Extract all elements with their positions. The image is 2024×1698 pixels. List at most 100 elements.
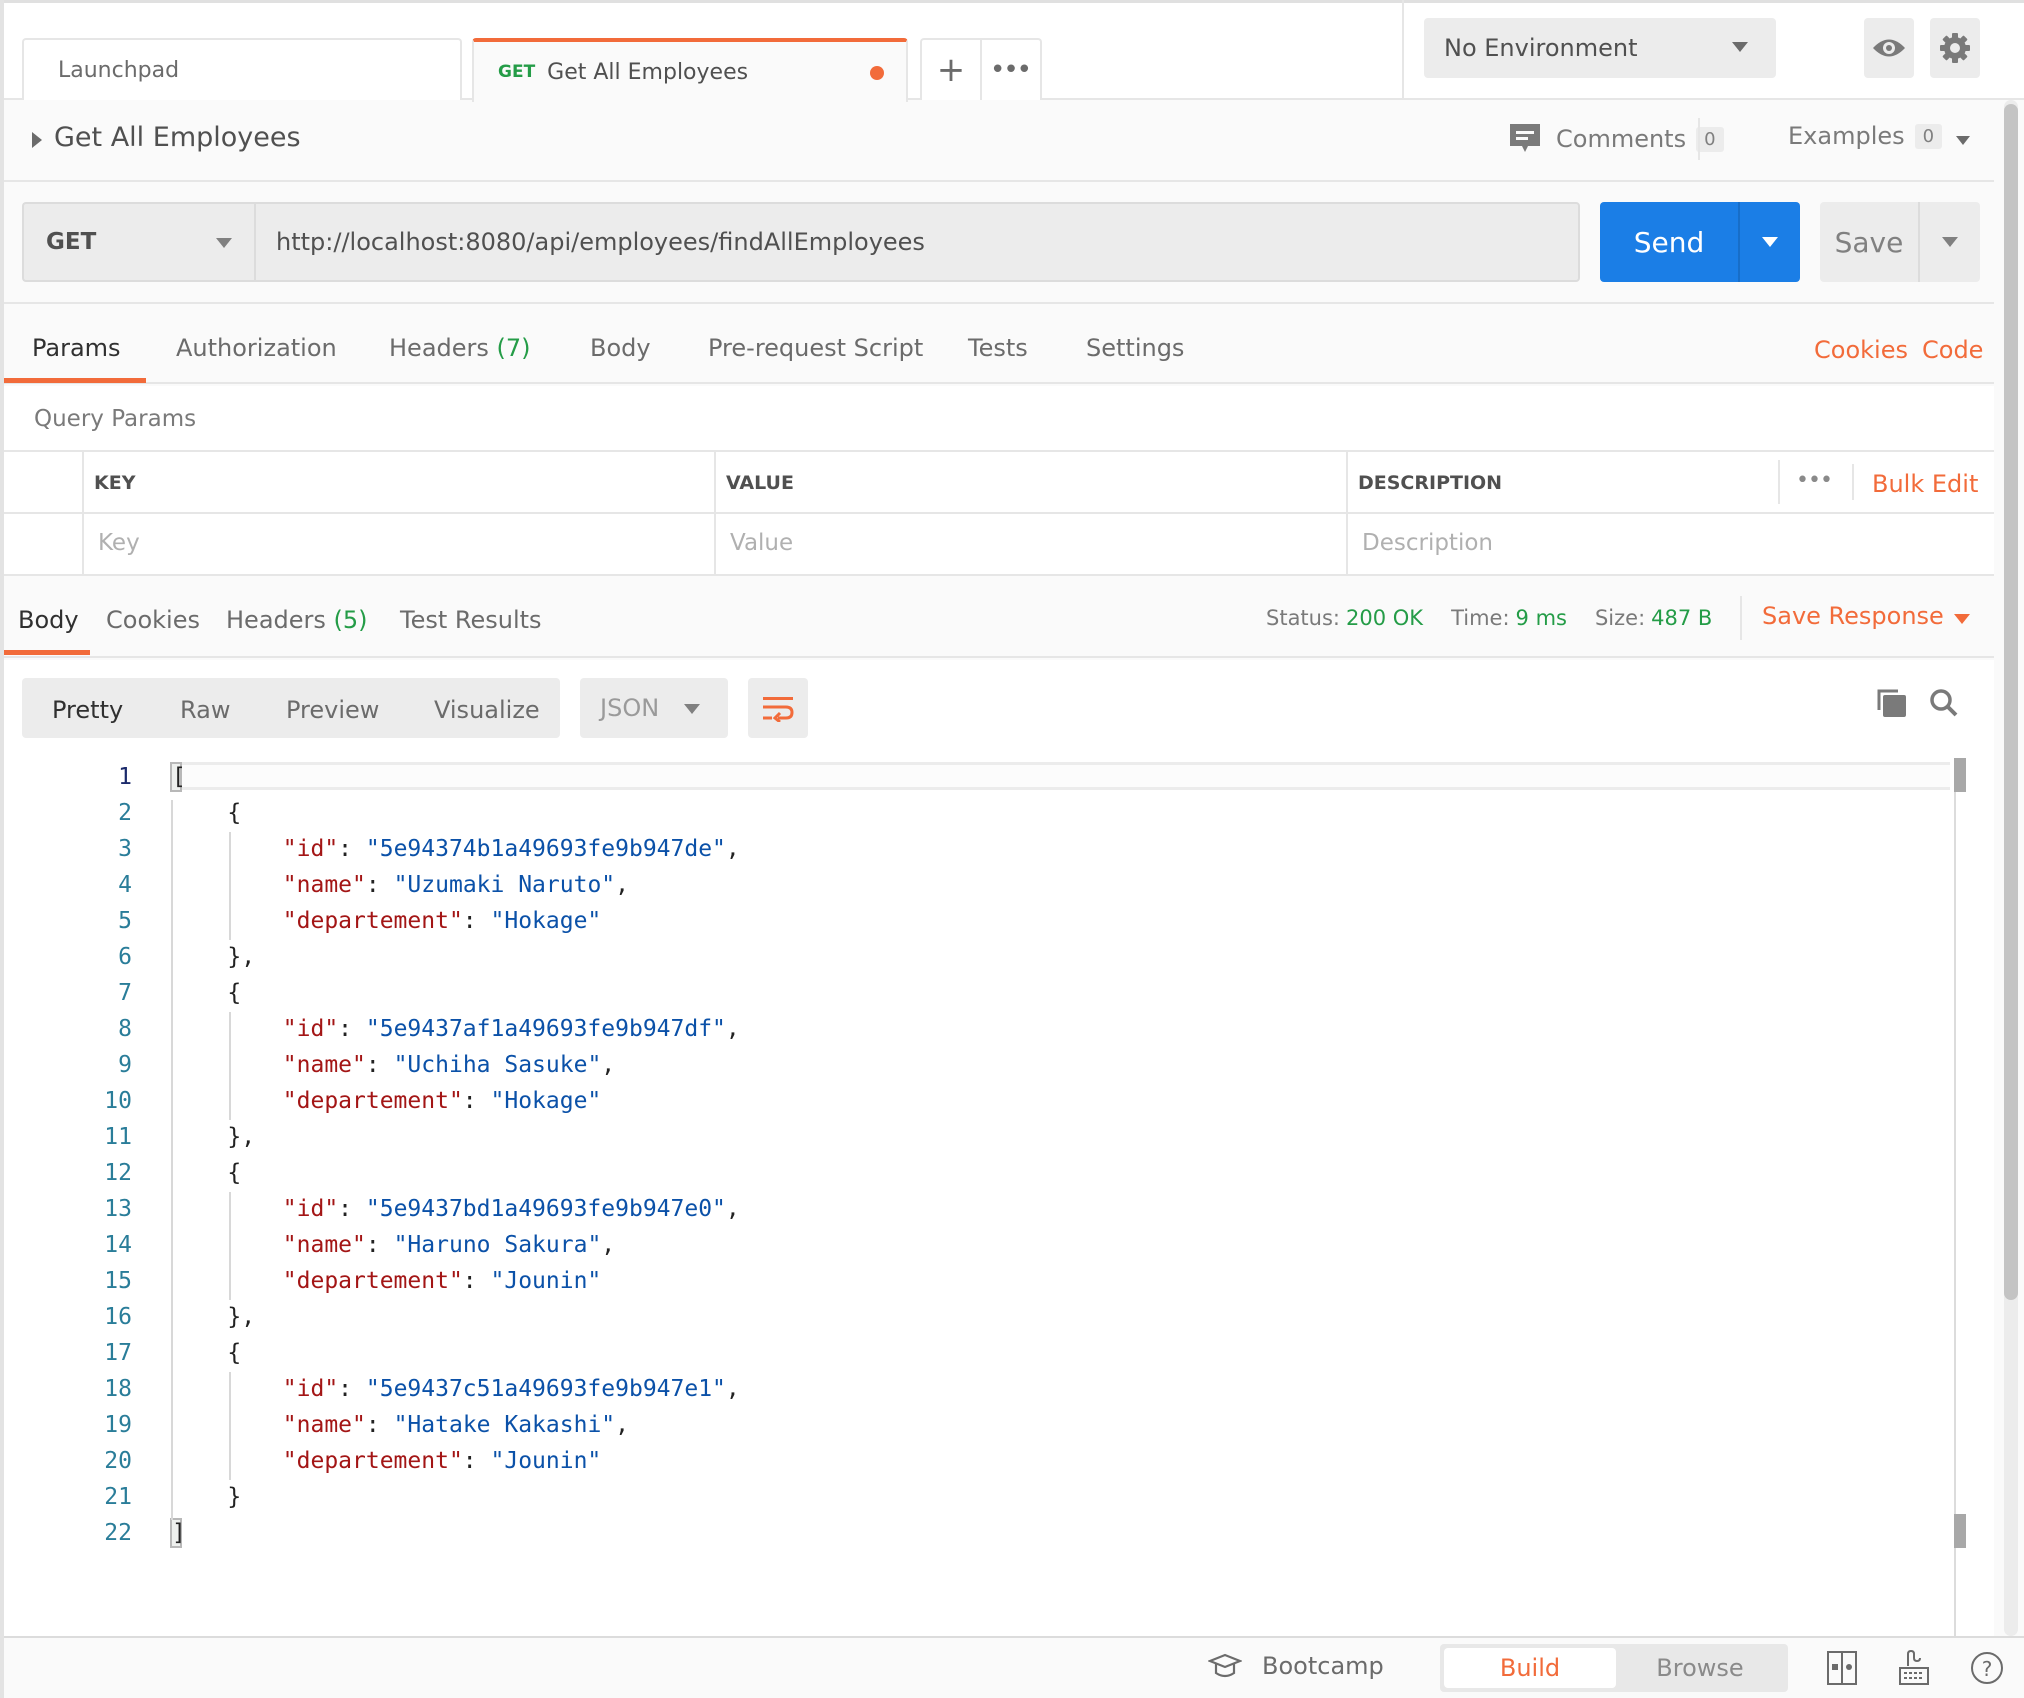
view-preview[interactable]: Preview <box>286 696 379 724</box>
indent-guide <box>229 1012 231 1120</box>
keyboard-shortcuts-icon[interactable] <box>1898 1649 1930 1690</box>
line-number: 11 <box>104 1124 132 1150</box>
value-input[interactable]: Value <box>730 530 793 556</box>
tab-tests[interactable]: Tests <box>968 334 1028 362</box>
tab-pre-request-script[interactable]: Pre-request Script <box>708 334 923 362</box>
save-options-button[interactable] <box>1918 202 1980 282</box>
response-tab-body[interactable]: Body <box>18 606 79 634</box>
page-scrollbar-thumb[interactable] <box>2004 104 2018 1300</box>
code-line: "id": "5e9437bd1a49693fe9b947e0", <box>172 1196 740 1222</box>
environment-quick-look-button[interactable] <box>1864 18 1914 78</box>
tab-label: Get All Employees <box>547 59 749 85</box>
chevron-down-icon[interactable] <box>1954 614 1970 624</box>
cookies-link[interactable]: Cookies <box>1814 336 1908 364</box>
search-icon[interactable] <box>1928 688 1960 722</box>
url-input[interactable]: http://localhost:8080/api/employees/find… <box>254 202 1580 282</box>
json-string-value: "Jounin" <box>490 1448 602 1474</box>
response-tab-headers[interactable]: Headers (5) <box>226 606 368 634</box>
format-select[interactable]: JSON <box>580 678 728 738</box>
column-divider <box>1778 460 1780 504</box>
active-line-highlight <box>172 762 1950 790</box>
code-token: ] <box>172 1520 186 1546</box>
divider <box>1402 0 1404 100</box>
tab-get-all-employees[interactable]: GET Get All Employees <box>472 38 908 102</box>
tab-authorization[interactable]: Authorization <box>176 334 337 362</box>
expand-caret-icon[interactable] <box>32 132 42 148</box>
code-line: "id": "5e94374b1a49693fe9b947de", <box>172 836 740 862</box>
code-token: , <box>615 872 629 898</box>
tab-params[interactable]: Params <box>32 334 121 362</box>
status-value: 200 OK <box>1346 606 1424 630</box>
view-raw[interactable]: Raw <box>180 696 230 724</box>
divider <box>4 450 1994 452</box>
divider <box>1698 118 1700 160</box>
code-line: { <box>172 1160 241 1186</box>
view-pretty[interactable]: Pretty <box>52 696 123 724</box>
tab-method-badge: GET <box>498 62 536 82</box>
tab-headers[interactable]: Headers (7) <box>389 334 531 362</box>
chevron-down-icon <box>1762 237 1778 247</box>
tab-launchpad[interactable]: Launchpad <box>22 38 462 100</box>
json-key: "name" <box>282 1412 366 1438</box>
url-value: http://localhost:8080/api/employees/find… <box>276 228 925 256</box>
response-tab-headers-label: Headers <box>226 606 326 634</box>
line-number: 21 <box>104 1484 132 1510</box>
line-number: 1 <box>118 764 132 790</box>
comments-button[interactable]: Comments 0 <box>1508 122 1724 156</box>
key-input[interactable]: Key <box>98 530 140 556</box>
view-visualize[interactable]: Visualize <box>434 696 540 724</box>
code-line: }, <box>172 1124 255 1150</box>
line-number: 10 <box>104 1088 132 1114</box>
copy-icon[interactable] <box>1876 688 1908 722</box>
line-number: 18 <box>104 1376 132 1402</box>
browse-mode-button[interactable]: Browse <box>1616 1648 1784 1688</box>
response-body-panel <box>4 660 1994 1636</box>
examples-button[interactable]: Examples 0 <box>1788 122 1943 150</box>
response-tab-cookies[interactable]: Cookies <box>106 606 200 634</box>
line-number: 2 <box>118 800 132 826</box>
code-link[interactable]: Code <box>1922 336 1983 364</box>
build-mode-button[interactable]: Build <box>1444 1648 1616 1688</box>
bulk-edit-link[interactable]: Bulk Edit <box>1872 470 1978 498</box>
two-pane-view-icon[interactable] <box>1826 1650 1858 1690</box>
comments-count: 0 <box>1696 126 1724 152</box>
save-button[interactable]: Save <box>1820 202 1980 282</box>
tab-settings[interactable]: Settings <box>1086 334 1184 362</box>
request-title[interactable]: Get All Employees <box>54 122 301 153</box>
code-token: : <box>462 908 491 934</box>
environment-select[interactable]: No Environment <box>1424 18 1776 78</box>
response-headers-count: (5) <box>333 606 368 634</box>
new-tab-button[interactable]: + <box>922 40 980 100</box>
code-token: [ <box>172 764 186 790</box>
column-divider <box>714 452 716 574</box>
eye-icon <box>1873 39 1905 57</box>
response-tab-test-results[interactable]: Test Results <box>400 606 542 634</box>
tab-body[interactable]: Body <box>590 334 651 362</box>
bootcamp-button[interactable]: Bootcamp <box>1208 1652 1384 1680</box>
code-token: , <box>725 1376 740 1402</box>
column-divider <box>1852 464 1854 500</box>
json-key: "name" <box>282 1232 366 1258</box>
line-number: 5 <box>118 908 132 934</box>
help-icon[interactable]: ? <box>1970 1650 2004 1690</box>
code-token: , <box>725 836 740 862</box>
send-button[interactable]: Send <box>1600 202 1800 282</box>
description-input[interactable]: Description <box>1362 530 1493 556</box>
json-string-value: "5e9437bd1a49693fe9b947e0" <box>365 1196 726 1222</box>
code-line: "name": "Uchiha Sasuke", <box>172 1052 615 1078</box>
wrap-lines-button[interactable] <box>748 678 808 738</box>
tab-actions: + ••• <box>920 38 1042 100</box>
chevron-down-icon[interactable] <box>1956 136 1970 145</box>
column-options-button[interactable]: ••• <box>1796 468 1833 493</box>
http-method-select[interactable]: GET <box>22 202 254 282</box>
save-response-button[interactable]: Save Response <box>1762 602 1944 630</box>
code-token: : <box>338 1016 366 1042</box>
editor-scrollbar-thumb[interactable] <box>1954 758 1966 792</box>
tab-options-button[interactable]: ••• <box>980 40 1038 100</box>
send-options-button[interactable] <box>1738 202 1800 282</box>
settings-button[interactable] <box>1930 18 1980 78</box>
svg-text:?: ? <box>1982 1657 1993 1681</box>
